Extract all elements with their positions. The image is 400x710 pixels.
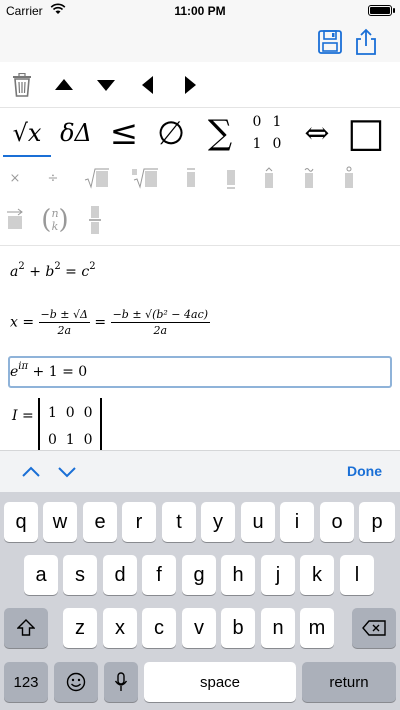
equation-euler: eiπ + 1 = 0 xyxy=(10,361,88,380)
backspace-icon xyxy=(362,620,386,636)
vector-template[interactable] xyxy=(0,206,30,234)
key-w[interactable]: w xyxy=(43,502,77,542)
trash-icon[interactable] xyxy=(8,72,36,98)
arrow-left-icon[interactable] xyxy=(134,72,162,98)
palette-sets-tab[interactable]: ∅ xyxy=(150,110,192,156)
delete-key[interactable] xyxy=(352,608,396,648)
template-palette: × ÷ ( n k ) xyxy=(0,160,400,246)
fraction: −b ± √Δ 2a xyxy=(38,308,90,337)
palette-arrows-tab[interactable]: ⇔ xyxy=(294,110,340,156)
editor-toolbar xyxy=(0,62,400,108)
nth-root-template[interactable] xyxy=(130,164,160,192)
palette-matrix-tab[interactable]: 0 1 1 0 xyxy=(246,110,288,156)
key-t[interactable]: t xyxy=(162,502,196,542)
key-x[interactable]: x xyxy=(103,608,137,648)
keyboard: q w e r t y u i o p a s d f g h j k l z … xyxy=(0,492,400,710)
chevron-up-icon[interactable] xyxy=(18,459,44,485)
arrow-right-icon[interactable] xyxy=(176,72,204,98)
palette-greek-tab[interactable]: δΔ xyxy=(54,110,98,156)
share-icon[interactable] xyxy=(352,28,380,56)
matrix-entry: 0 xyxy=(272,136,282,152)
key-f[interactable]: f xyxy=(142,555,176,595)
key-s[interactable]: s xyxy=(63,555,97,595)
status-bar: Carrier 11:00 PM xyxy=(0,0,400,22)
key-g[interactable]: g xyxy=(182,555,216,595)
key-o[interactable]: o xyxy=(320,502,354,542)
chevron-down-icon[interactable] xyxy=(54,459,80,485)
equation-list: a2 + b2 = c2 x = −b ± √Δ 2a = −b ± √(b² … xyxy=(0,246,400,450)
arrow-down-icon[interactable] xyxy=(92,72,120,98)
return-key[interactable]: return xyxy=(302,662,396,702)
key-d[interactable]: d xyxy=(103,555,137,595)
microphone-icon xyxy=(114,672,128,691)
key-h[interactable]: h xyxy=(221,555,255,595)
shift-key[interactable] xyxy=(4,608,48,648)
fraction-template[interactable] xyxy=(80,206,110,234)
key-v[interactable]: v xyxy=(182,608,216,648)
numbers-key[interactable]: 123 xyxy=(4,662,48,702)
key-l[interactable]: l xyxy=(340,555,374,595)
symbol-palette: √x δΔ ≤ ∅ ∑ 0 1 1 0 ⇔ □ xyxy=(0,108,400,160)
key-e[interactable]: e xyxy=(83,502,117,542)
binomial-template[interactable]: ( n k ) xyxy=(40,205,70,235)
key-a[interactable]: a xyxy=(24,555,58,595)
matrix-entry: 1 xyxy=(252,136,262,152)
palette-root-tab[interactable]: √x xyxy=(4,110,50,156)
key-p[interactable]: p xyxy=(359,502,395,542)
overbar-template[interactable] xyxy=(176,164,206,192)
key-c[interactable]: c xyxy=(142,608,176,648)
matrix-entry: 0 xyxy=(252,114,262,130)
matrix-entry: 1 xyxy=(272,114,282,130)
dictation-key[interactable] xyxy=(104,662,138,702)
keyboard-accessory-bar: Done xyxy=(0,450,400,492)
key-y[interactable]: y xyxy=(201,502,235,542)
key-q[interactable]: q xyxy=(4,502,38,542)
ring-template[interactable] xyxy=(334,164,364,192)
key-u[interactable]: u xyxy=(241,502,275,542)
sqrt-template[interactable] xyxy=(82,164,112,192)
binomial-top: n xyxy=(51,207,59,220)
times-template[interactable]: × xyxy=(0,164,30,192)
key-z[interactable]: z xyxy=(63,608,97,648)
selected-tab-indicator xyxy=(3,155,51,157)
equation-identity-matrix[interactable]: I = 1 0 0 0 1 0 xyxy=(12,398,122,450)
battery-icon xyxy=(368,5,395,16)
palette-box-tab[interactable]: □ xyxy=(344,110,388,156)
palette-sum-tab[interactable]: ∑ xyxy=(198,110,242,156)
shift-icon xyxy=(17,619,35,636)
underbar-template[interactable] xyxy=(216,164,246,192)
done-button[interactable]: Done xyxy=(347,463,382,479)
key-r[interactable]: r xyxy=(122,502,156,542)
key-k[interactable]: k xyxy=(300,555,334,595)
space-key[interactable]: space xyxy=(144,662,296,702)
key-b[interactable]: b xyxy=(221,608,255,648)
emoji-key[interactable] xyxy=(54,662,98,702)
clock: 11:00 PM xyxy=(174,4,226,18)
equation-quadratic[interactable]: x = −b ± √Δ 2a = −b ± √(b² − 4ac) 2a xyxy=(10,308,211,337)
hat-template[interactable] xyxy=(254,164,284,192)
emoji-icon xyxy=(66,672,86,692)
fraction: −b ± √(b² − 4ac) 2a xyxy=(110,308,211,337)
key-j[interactable]: j xyxy=(261,555,295,595)
key-i[interactable]: i xyxy=(280,502,314,542)
key-m[interactable]: m xyxy=(300,608,334,648)
divide-template[interactable]: ÷ xyxy=(38,164,68,192)
arrow-up-icon[interactable] xyxy=(50,72,78,98)
tilde-template[interactable] xyxy=(294,164,324,192)
navigation-bar xyxy=(0,22,400,62)
key-n[interactable]: n xyxy=(261,608,295,648)
equation-pythagoras[interactable]: a2 + b2 = c2 xyxy=(10,261,96,280)
binomial-bottom: k xyxy=(51,220,59,233)
palette-relations-tab[interactable]: ≤ xyxy=(104,110,144,156)
save-icon[interactable] xyxy=(316,28,344,56)
